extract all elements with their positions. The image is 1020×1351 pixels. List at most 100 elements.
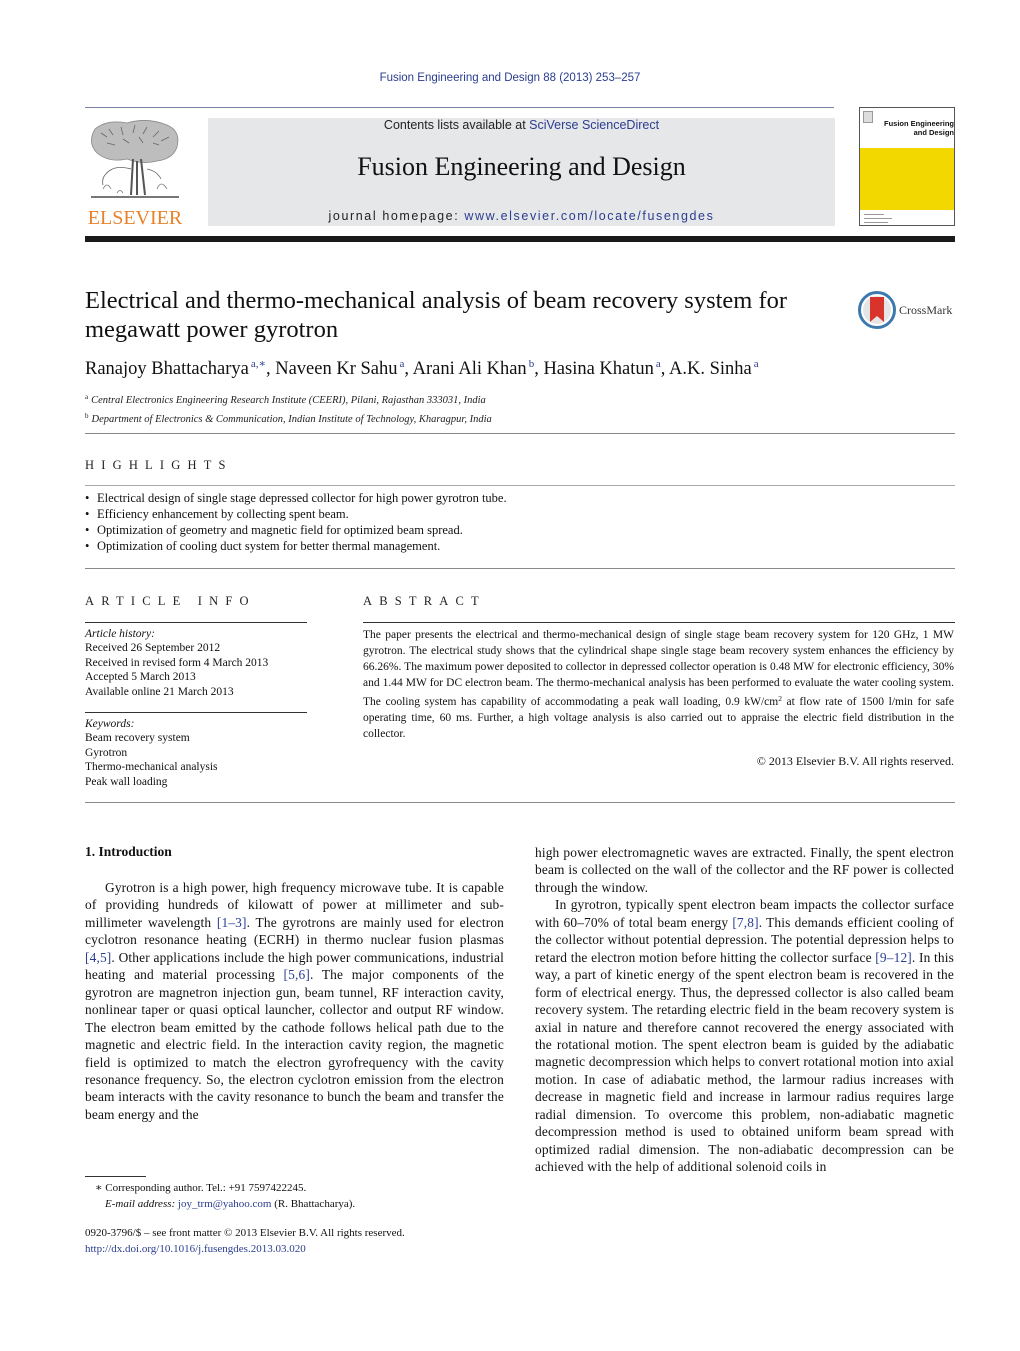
divider	[85, 802, 955, 803]
author-affiliation-marker[interactable]: b	[529, 358, 535, 370]
sciencedirect-link[interactable]: SciVerse ScienceDirect	[529, 118, 659, 132]
author[interactable]: Arani Ali Khan b	[412, 358, 535, 379]
cover-publisher-icon	[863, 111, 873, 123]
affiliation-text: Central Electronics Engineering Research…	[91, 395, 486, 406]
paragraph: high power electromagnetic waves are ext…	[535, 845, 954, 895]
cover-title: Fusion Engineering and Design	[880, 119, 954, 137]
footnotes: ∗ Corresponding author. Tel.: +91 759742…	[85, 1181, 515, 1212]
history-entry: Received in revised form 4 March 2013	[85, 656, 269, 669]
cover-title-line2: and Design	[913, 128, 954, 137]
citation-link[interactable]: [5,6]	[284, 967, 310, 982]
email-link[interactable]: joy_trm@yahoo.com	[178, 1198, 272, 1210]
divider	[85, 433, 955, 434]
keyword: Beam recovery system	[85, 732, 190, 745]
author-affiliation-marker[interactable]: a	[754, 358, 759, 370]
article-history: Article history: Received 26 September 2…	[85, 627, 307, 699]
citation-link[interactable]: [1–3]	[217, 915, 247, 930]
contents-prefix: Contents lists available at	[383, 118, 530, 132]
body-column-left: Gyrotron is a high power, high frequency…	[85, 879, 504, 1123]
crossmark-icon	[858, 291, 896, 329]
paragraph: Gyrotron is a high power, high frequency…	[85, 879, 504, 1123]
text-run: . The major components of the gyrotron a…	[85, 967, 504, 1122]
affiliation-text: Department of Electronics & Communicatio…	[91, 413, 492, 425]
author-list: Ranajoy Bhattacharya a,∗, Naveen Kr Sahu a…	[85, 358, 759, 379]
history-entry: Accepted 5 March 2013	[85, 671, 196, 684]
issn-line: 0920-3796/$ – see front matter © 2013 El…	[85, 1227, 405, 1239]
highlight-item: Efficiency enhancement by collecting spe…	[85, 506, 955, 522]
author-name: A.K. Sinha	[669, 359, 752, 379]
highlight-item: Optimization of cooling duct system for …	[85, 538, 955, 554]
citation-link[interactable]: [7,8]	[732, 915, 758, 930]
author[interactable]: Hasina Khatun a	[543, 358, 661, 379]
journal-homepage: journal homepage: www.elsevier.com/locat…	[208, 209, 835, 223]
article-info-heading: ARTICLE INFO	[85, 594, 256, 608]
author-affiliation-marker[interactable]: a,∗	[251, 358, 266, 370]
abstract-copyright: © 2013 Elsevier B.V. All rights reserved…	[756, 754, 954, 768]
crossmark-button[interactable]: CrossMark	[858, 291, 958, 331]
text-run: . In this way, a part of kinetic energy …	[535, 949, 954, 1175]
cover-header: Fusion Engineering and Design	[860, 108, 954, 148]
history-entry: Received 26 September 2012	[85, 642, 221, 655]
highlights-list: Electrical design of single stage depres…	[85, 490, 955, 554]
header-divider	[85, 107, 834, 108]
elsevier-logo[interactable]: ELSEVIER	[85, 115, 185, 230]
highlight-item: Electrical design of single stage depres…	[85, 490, 955, 506]
journal-homepage-link[interactable]: www.elsevier.com/locate/fusengdes	[464, 209, 714, 223]
keyword: Thermo-mechanical analysis	[85, 761, 218, 774]
author-name: Hasina Khatun	[543, 359, 654, 379]
section-heading: 1. Introduction	[85, 844, 172, 859]
footnote-divider	[85, 1176, 146, 1177]
issn-block: 0920-3796/$ – see front matter © 2013 El…	[85, 1226, 515, 1257]
keyword: Peak wall loading	[85, 775, 168, 788]
journal-masthead: Contents lists available at SciVerse Sci…	[208, 118, 835, 226]
history-entry: Available online 21 March 2013	[85, 685, 234, 698]
homepage-prefix: journal homepage:	[328, 209, 465, 223]
email-note: E-mail address: joy_trm@yahoo.com (R. Bh…	[85, 1197, 515, 1213]
masthead-bottom-bar	[85, 236, 955, 242]
keywords-label: Keywords:	[85, 718, 135, 730]
keyword: Gyrotron	[85, 746, 128, 759]
cover-title-line1: Fusion Engineering	[883, 119, 954, 128]
journal-cover-thumbnail[interactable]: Fusion Engineering and Design	[859, 107, 955, 226]
author[interactable]: Ranajoy Bhattacharya a,∗	[85, 358, 266, 379]
body-column-right: high power electromagnetic waves are ext…	[535, 844, 954, 1176]
highlights-heading: HIGHLIGHTS	[85, 458, 233, 472]
author-affiliation-marker[interactable]: a	[400, 358, 405, 370]
article-title: Electrical and thermo-mechanical analysi…	[85, 287, 788, 343]
author-name: Arani Ali Khan	[412, 359, 527, 379]
divider	[85, 485, 955, 486]
affiliation: b Department of Electronics & Communicati…	[85, 409, 955, 428]
journal-title: Fusion Engineering and Design	[357, 152, 686, 181]
highlight-item: Optimization of geometry and magnetic fi…	[85, 522, 955, 538]
keywords: Keywords: Beam recovery system Gyrotron …	[85, 717, 307, 789]
author[interactable]: Naveen Kr Sahu a	[275, 358, 405, 379]
divider	[85, 568, 955, 569]
author-affiliation-marker[interactable]: a	[656, 358, 661, 370]
running-head[interactable]: Fusion Engineering and Design 88 (2013) …	[0, 72, 1020, 84]
citation-link[interactable]: [4,5]	[85, 950, 111, 965]
divider	[85, 712, 307, 713]
crossmark-label: CrossMark	[899, 303, 953, 317]
elsevier-wordmark: ELSEVIER	[87, 207, 183, 229]
affiliation: a Central Electronics Engineering Researc…	[85, 390, 955, 409]
author-name: Naveen Kr Sahu	[275, 359, 398, 379]
elsevier-tree-icon	[91, 120, 179, 198]
corresponding-author-note: ∗ Corresponding author. Tel.: +91 759742…	[95, 1182, 307, 1194]
article-history-label: Article history:	[85, 628, 155, 640]
doi-link[interactable]: http://dx.doi.org/10.1016/j.fusengdes.20…	[85, 1243, 306, 1255]
affiliations: a Central Electronics Engineering Researc…	[85, 390, 955, 427]
affiliation-key: b	[85, 411, 89, 420]
cover-footer-marks	[864, 212, 904, 224]
paragraph: In gyrotron, typically spent electron be…	[535, 896, 954, 1175]
divider	[85, 622, 307, 623]
cover-yellow-band	[860, 148, 954, 210]
contents-availability: Contents lists available at SciVerse Sci…	[208, 118, 835, 132]
divider	[363, 622, 955, 623]
email-label: E-mail address:	[105, 1197, 178, 1210]
citation-link[interactable]: [9–12]	[875, 950, 912, 965]
author-name: Ranajoy Bhattacharya	[85, 359, 249, 379]
author[interactable]: A.K. Sinha a	[669, 358, 759, 379]
abstract-text: The paper presents the electrical and th…	[363, 627, 954, 742]
email-suffix: (R. Bhattacharya).	[271, 1197, 356, 1210]
abstract-heading: ABSTRACT	[363, 594, 486, 608]
